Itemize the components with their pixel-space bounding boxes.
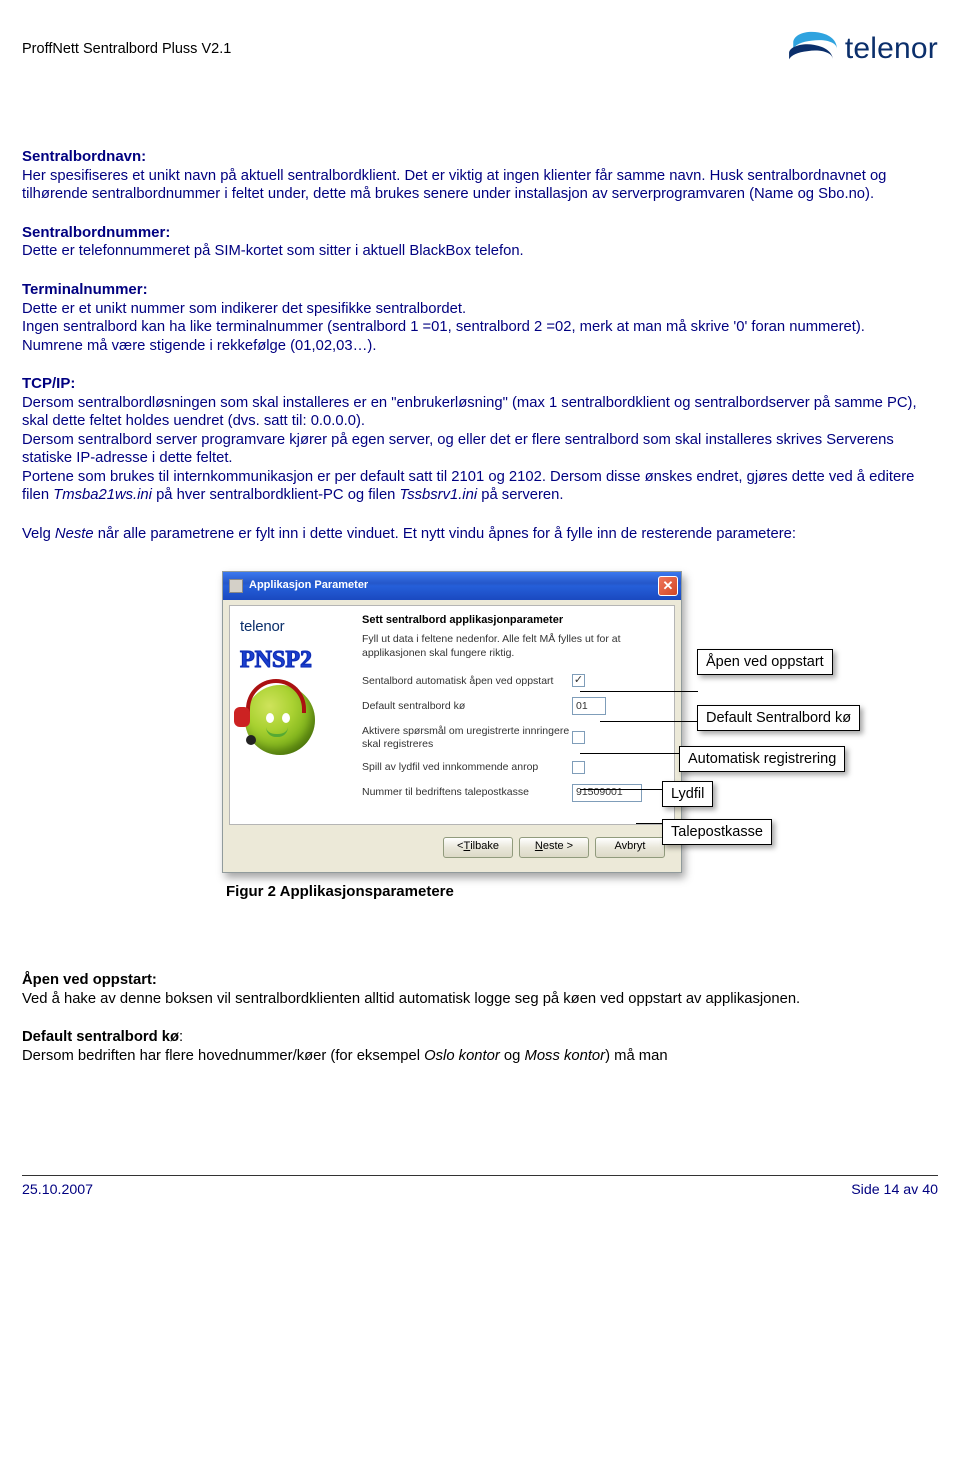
label-register: Aktivere spørsmål om uregistrerte innrin… bbox=[362, 725, 572, 750]
figure-applikasjon-parameter: Applikasjon Parameter ✕ telenor PNSP2 bbox=[222, 571, 862, 901]
section-terminalnummer: Terminalnummer: Dette er et unikt nummer… bbox=[22, 281, 927, 355]
text-default-ko-b: Oslo kontor bbox=[424, 1048, 500, 1064]
text-terminalnummer-2: Ingen sentralbord kan ha like terminalnu… bbox=[22, 318, 927, 355]
row-voicemail: Nummer til bedriftens talepostkasse 9150… bbox=[362, 784, 664, 802]
checkbox-sound[interactable] bbox=[572, 761, 585, 774]
heading-terminalnummer: Terminalnummer: bbox=[22, 281, 927, 300]
label-sound: Spill av lydfil ved innkommende anrop bbox=[362, 761, 572, 774]
callout-line-3 bbox=[580, 753, 680, 754]
pnsp2-logo: PNSP2 bbox=[240, 645, 312, 675]
dialog-title: Applikasjon Parameter bbox=[249, 579, 368, 593]
heading-default-ko-text: Default sentralbord kø bbox=[22, 1029, 179, 1045]
label-auto-open: Sentalbord automatisk åpen ved oppstart bbox=[362, 675, 572, 688]
text-tcpip-2: Dersom sentralbord server programvare kj… bbox=[22, 431, 927, 468]
text-default-ko-c: og bbox=[500, 1048, 525, 1064]
row-sound: Spill av lydfil ved innkommende anrop bbox=[362, 761, 664, 774]
callout-lydfil: Lydfil bbox=[662, 781, 713, 807]
heading-sentralbordnavn: Sentralbordnavn: bbox=[22, 148, 927, 167]
label-default-queue: Default sentralbord kø bbox=[362, 700, 572, 713]
text-sentralbordnavn: Her spesifiseres et unikt navn på aktuel… bbox=[22, 167, 927, 204]
row-register: Aktivere spørsmål om uregistrerte innrin… bbox=[362, 725, 664, 750]
text-default-ko-e: ) må man bbox=[605, 1048, 668, 1064]
heading-sentralbordnummer: Sentralbordnummer: bbox=[22, 224, 927, 243]
dialog-panel: telenor PNSP2 Sett sentralbord applikasj… bbox=[229, 605, 675, 824]
section-velgneste: Velg Neste når alle parametrene er fylt … bbox=[22, 525, 927, 543]
next-underline: N bbox=[535, 840, 543, 854]
telenor-mark-icon bbox=[787, 30, 839, 68]
brand-small: telenor bbox=[240, 618, 284, 637]
checkbox-auto-open[interactable]: ✓ bbox=[572, 674, 585, 687]
callout-default-ko: Default Sentralbord kø bbox=[697, 705, 860, 731]
heading-apen-ved-oppstart: Åpen ved oppstart: bbox=[22, 971, 927, 989]
value-default-queue: 01 bbox=[576, 700, 588, 713]
section-apen-ved-oppstart: Åpen ved oppstart: Ved å hake av denne b… bbox=[22, 971, 927, 1008]
callout-line-1 bbox=[580, 691, 698, 692]
page-footer: 25.10.2007 Side 14 av 40 bbox=[22, 1175, 938, 1200]
callout-talepostkasse: Talepostkasse bbox=[662, 819, 772, 845]
brand-logo: telenor bbox=[787, 30, 938, 68]
row-auto-open: Sentalbord automatisk åpen ved oppstart … bbox=[362, 674, 664, 687]
checkbox-register[interactable] bbox=[572, 731, 585, 744]
section-default-ko: Default sentralbord kø: Dersom bedriften… bbox=[22, 1028, 927, 1065]
value-voicemail: 91509001 bbox=[576, 786, 623, 799]
input-default-queue[interactable]: 01 bbox=[572, 697, 606, 715]
text-tcpip-3e: på serveren. bbox=[477, 487, 563, 503]
agent-avatar-icon bbox=[240, 685, 320, 765]
cancel-label: Avbryt bbox=[615, 840, 646, 854]
cancel-button[interactable]: Avbryt bbox=[595, 837, 665, 858]
text-default-ko-d: Moss kontor bbox=[525, 1048, 606, 1064]
footer-date: 25.10.2007 bbox=[22, 1182, 93, 1200]
callout-line-2 bbox=[600, 721, 698, 722]
callout-apen-ved-oppstart: Åpen ved oppstart bbox=[697, 649, 833, 675]
brand-wordmark: telenor bbox=[845, 30, 938, 68]
callout-line-4 bbox=[580, 789, 662, 790]
close-icon: ✕ bbox=[663, 578, 674, 594]
back-button[interactable]: < Tilbake bbox=[443, 837, 513, 858]
dialog-left-column: telenor PNSP2 bbox=[240, 614, 352, 811]
row-default-queue: Default sentralbord kø 01 bbox=[362, 697, 664, 715]
callout-auto-reg: Automatisk registrering bbox=[679, 746, 845, 772]
document-title: ProffNett Sentralbord Pluss V2.1 bbox=[22, 40, 231, 58]
panel-subtitle: Fyll ut data i feltene nedenfor. Alle fe… bbox=[362, 632, 642, 660]
text-velgneste-c: når alle parametrene er fylt inn i dette… bbox=[94, 526, 796, 542]
text-tcpip-3b: Tmsba21ws.ini bbox=[53, 487, 152, 503]
dialog-right-column: Sett sentralbord applikasjonparameter Fy… bbox=[362, 614, 664, 811]
figure-caption: Figur 2 Applikasjonsparametere bbox=[226, 883, 862, 902]
section-sentralbordnavn: Sentralbordnavn: Her spesifiseres et uni… bbox=[22, 148, 927, 204]
close-button[interactable]: ✕ bbox=[658, 576, 678, 596]
section-sentralbordnummer: Sentralbordnummer: Dette er telefonnumme… bbox=[22, 224, 927, 261]
back-rest: ilbake bbox=[470, 840, 499, 854]
callout-line-5 bbox=[636, 823, 662, 824]
text-tcpip-3: Portene som brukes til internkommunikasj… bbox=[22, 468, 927, 505]
next-button[interactable]: Neste > bbox=[519, 837, 589, 858]
panel-title: Sett sentralbord applikasjonparameter bbox=[362, 614, 664, 628]
text-velgneste: Velg Neste når alle parametrene er fylt … bbox=[22, 525, 927, 543]
heading-tcpip: TCP/IP: bbox=[22, 375, 927, 394]
text-sentralbordnummer: Dette er telefonnummeret på SIM-kortet s… bbox=[22, 242, 927, 260]
text-tcpip-1: Dersom sentralbordløsningen som skal ins… bbox=[22, 394, 927, 431]
wizard-icon bbox=[229, 579, 243, 593]
footer-page: Side 14 av 40 bbox=[851, 1182, 938, 1200]
section-tcpip: TCP/IP: Dersom sentralbordløsningen som … bbox=[22, 375, 927, 505]
heading-default-ko: Default sentralbord kø: bbox=[22, 1028, 927, 1046]
text-apen-ved-oppstart: Ved å hake av denne boksen vil sentralbo… bbox=[22, 990, 927, 1008]
check-icon: ✓ bbox=[574, 674, 583, 688]
text-tcpip-3c: på hver sentralbordklient-PC og filen bbox=[152, 487, 400, 503]
input-voicemail[interactable]: 91509001 bbox=[572, 784, 642, 802]
text-velgneste-b: Neste bbox=[55, 526, 94, 542]
titlebar-left: Applikasjon Parameter bbox=[229, 579, 368, 593]
text-default-ko-a: Dersom bedriften har flere hovednummer/k… bbox=[22, 1048, 424, 1064]
label-voicemail: Nummer til bedriftens talepostkasse bbox=[362, 786, 572, 799]
dialog-body: telenor PNSP2 Sett sentralbord applikasj… bbox=[223, 600, 681, 871]
next-rest: este > bbox=[543, 840, 573, 854]
dialog-buttons: < Tilbake Neste > Avbryt bbox=[229, 825, 675, 866]
heading-default-ko-colon: : bbox=[179, 1029, 183, 1045]
text-default-ko: Dersom bedriften har flere hovednummer/k… bbox=[22, 1047, 927, 1065]
back-underline: T bbox=[463, 840, 470, 854]
page-header: ProffNett Sentralbord Pluss V2.1 telenor bbox=[22, 30, 938, 68]
text-tcpip-3d: Tssbsrv1.ini bbox=[400, 487, 478, 503]
dialog-titlebar: Applikasjon Parameter ✕ bbox=[223, 572, 681, 600]
text-terminalnummer-1: Dette er et unikt nummer som indikerer d… bbox=[22, 300, 927, 318]
text-velgneste-a: Velg bbox=[22, 526, 55, 542]
